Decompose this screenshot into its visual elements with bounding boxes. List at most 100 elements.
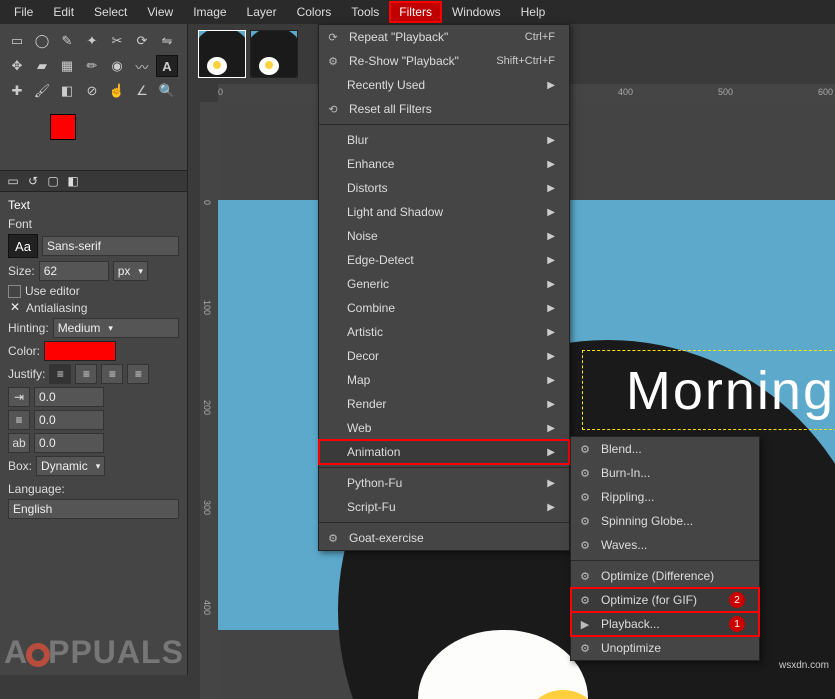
tool-fuzzy-select[interactable]: ✦: [81, 30, 103, 52]
menu-layer[interactable]: Layer: [237, 1, 287, 23]
anim-unoptimize[interactable]: ⚙Unoptimize: [571, 636, 759, 660]
tool-smudge[interactable]: ☝: [106, 80, 128, 102]
justify-left[interactable]: ≡: [49, 364, 71, 384]
dock-btn-4[interactable]: ◧: [64, 172, 82, 190]
size-input[interactable]: 62: [39, 261, 109, 281]
filters-generic[interactable]: Generic▶: [319, 272, 569, 296]
tool-free-select[interactable]: ✎: [56, 30, 78, 52]
menu-file[interactable]: File: [4, 1, 43, 23]
filters-python-fu[interactable]: Python-Fu▶: [319, 471, 569, 495]
menu-tools[interactable]: Tools: [341, 1, 389, 23]
tool-zoom[interactable]: 🔍: [156, 80, 178, 102]
justify-center[interactable]: ≡: [101, 364, 123, 384]
box-select[interactable]: Dynamic: [36, 456, 105, 476]
menu-help[interactable]: Help: [511, 1, 556, 23]
anim-rippling[interactable]: ⚙Rippling...: [571, 485, 759, 509]
tool-text[interactable]: A: [156, 55, 178, 77]
tool-path[interactable]: 〰: [131, 55, 153, 77]
text-color-swatch[interactable]: [44, 341, 116, 361]
anim-blend[interactable]: ⚙Blend...: [571, 437, 759, 461]
justify-right[interactable]: ≡: [75, 364, 97, 384]
filters-blur[interactable]: Blur▶: [319, 128, 569, 152]
font-name-input[interactable]: Sans-serif: [42, 236, 179, 256]
watermark: APPUALS: [4, 634, 184, 671]
anim-burnin[interactable]: ⚙Burn-In...: [571, 461, 759, 485]
tool-clone[interactable]: ◉: [106, 55, 128, 77]
menu-windows[interactable]: Windows: [442, 1, 511, 23]
filters-recently-used[interactable]: Recently Used ▶: [319, 73, 569, 97]
tool-rect-select[interactable]: ▭: [6, 30, 28, 52]
menu-edit[interactable]: Edit: [43, 1, 84, 23]
filters-web[interactable]: Web▶: [319, 416, 569, 440]
tool-gradient[interactable]: ▦: [56, 55, 78, 77]
gear-icon: ⚙: [325, 55, 341, 68]
tool-pencil[interactable]: ✏: [81, 55, 103, 77]
anim-optimize-gif[interactable]: ⚙Optimize (for GIF)2: [571, 588, 759, 612]
tool-measure[interactable]: ∠: [131, 80, 153, 102]
filters-light-shadow[interactable]: Light and Shadow▶: [319, 200, 569, 224]
chevron-right-icon: ▶: [547, 80, 555, 91]
left-panel: ▭ ◯ ✎ ✦ ✂ ⟳ ⇋ ✥ ▰ ▦ ✏ ◉ 〰 A ✚ 🖌 ◧ ⊘ ☝ ∠ …: [0, 24, 188, 675]
filters-animation[interactable]: Animation▶: [319, 440, 569, 464]
letter-spacing-input[interactable]: 0.0: [34, 433, 104, 453]
menu-colors[interactable]: Colors: [287, 1, 342, 23]
hinting-select[interactable]: Medium: [53, 318, 179, 338]
filters-repeat[interactable]: ⟳ Repeat "Playback" Ctrl+F: [319, 25, 569, 49]
tool-flip[interactable]: ⇋: [156, 30, 178, 52]
tool-erase[interactable]: ◧: [56, 80, 78, 102]
size-label: Size:: [8, 264, 35, 278]
filters-script-fu[interactable]: Script-Fu▶: [319, 495, 569, 519]
filters-combine[interactable]: Combine▶: [319, 296, 569, 320]
text-selection-marquee[interactable]: [582, 350, 835, 430]
filters-render[interactable]: Render▶: [319, 392, 569, 416]
filters-goat[interactable]: ⚙ Goat-exercise: [319, 526, 569, 550]
filters-map[interactable]: Map▶: [319, 368, 569, 392]
menu-filters[interactable]: Filters: [389, 1, 442, 23]
thumbnail-2[interactable]: [250, 30, 298, 78]
source-watermark: wsxdn.com: [779, 660, 829, 671]
tool-color-picker[interactable]: ⊘: [81, 80, 103, 102]
tool-crop[interactable]: ✂: [106, 30, 128, 52]
tool-rotate[interactable]: ⟳: [131, 30, 153, 52]
size-unit-select[interactable]: px: [113, 261, 148, 281]
image-thumbnails: [198, 30, 298, 78]
tool-heal[interactable]: ✚: [6, 80, 28, 102]
indent-input[interactable]: 0.0: [34, 387, 104, 407]
menubar: File Edit Select View Image Layer Colors…: [0, 0, 835, 24]
tool-move[interactable]: ✥: [6, 55, 28, 77]
menu-view[interactable]: View: [137, 1, 183, 23]
anim-playback[interactable]: ▶Playback...1: [571, 612, 759, 636]
dock-btn-1[interactable]: ▭: [4, 172, 22, 190]
fg-bg-colors[interactable]: [50, 114, 110, 164]
use-editor-checkbox[interactable]: [8, 285, 21, 298]
filters-menu: ⟳ Repeat "Playback" Ctrl+F ⚙ Re-Show "Pl…: [318, 24, 570, 551]
dock-btn-3[interactable]: ▢: [44, 172, 62, 190]
filters-reshow[interactable]: ⚙ Re-Show "Playback" Shift+Ctrl+F: [319, 49, 569, 73]
fg-color-swatch[interactable]: [50, 114, 76, 140]
thumbnail-1[interactable]: [198, 30, 246, 78]
font-preview[interactable]: Aa: [8, 234, 38, 258]
line-spacing-input[interactable]: 0.0: [34, 410, 104, 430]
reset-icon: ⟲: [325, 103, 341, 116]
filters-noise[interactable]: Noise▶: [319, 224, 569, 248]
menu-select[interactable]: Select: [84, 1, 137, 23]
tool-brush[interactable]: 🖌: [31, 80, 53, 102]
filters-reset[interactable]: ⟲ Reset all Filters: [319, 97, 569, 121]
anim-optimize-diff[interactable]: ⚙Optimize (Difference): [571, 564, 759, 588]
tool-bucket[interactable]: ▰: [31, 55, 53, 77]
filters-edge-detect[interactable]: Edge-Detect▶: [319, 248, 569, 272]
filters-distorts[interactable]: Distorts▶: [319, 176, 569, 200]
anim-spinning-globe[interactable]: ⚙Spinning Globe...: [571, 509, 759, 533]
menu-image[interactable]: Image: [183, 1, 236, 23]
filters-enhance[interactable]: Enhance▶: [319, 152, 569, 176]
justify-fill[interactable]: ≡: [127, 364, 149, 384]
ruler-vertical: 0 100 200 300 400: [200, 102, 218, 699]
use-editor-label: Use editor: [25, 284, 80, 298]
antialias-checkbox[interactable]: ✕: [8, 301, 22, 315]
dock-btn-2[interactable]: ↺: [24, 172, 42, 190]
filters-decor[interactable]: Decor▶: [319, 344, 569, 368]
tool-ellipse-select[interactable]: ◯: [31, 30, 53, 52]
language-input[interactable]: English: [8, 499, 179, 519]
filters-artistic[interactable]: Artistic▶: [319, 320, 569, 344]
anim-waves[interactable]: ⚙Waves...: [571, 533, 759, 557]
